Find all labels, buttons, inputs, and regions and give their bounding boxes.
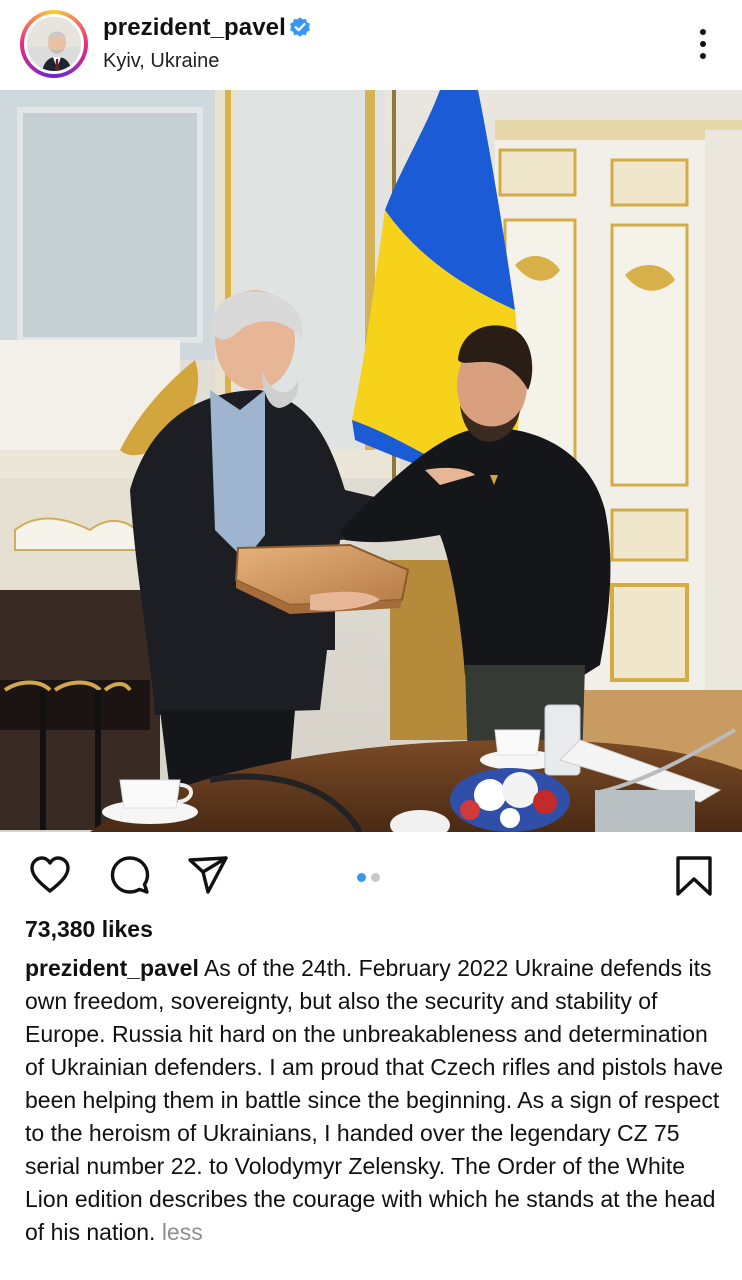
post-header: prezident_pavel Kyiv, Ukraine: [0, 0, 742, 90]
less-link[interactable]: less: [162, 1219, 203, 1245]
caption-text: As of the 24th. February 2022 Ukraine de…: [25, 955, 724, 1245]
comment-icon[interactable]: [108, 854, 152, 898]
heart-icon[interactable]: [28, 854, 72, 898]
more-vertical-icon[interactable]: [690, 26, 716, 62]
carousel-indicator: [357, 869, 385, 887]
bookmark-icon[interactable]: [672, 854, 716, 898]
photo-scene: [0, 90, 742, 832]
location-label[interactable]: Kyiv, Ukraine: [103, 50, 219, 73]
paper-plane-icon[interactable]: [186, 854, 230, 898]
avatar[interactable]: [24, 14, 84, 74]
story-ring[interactable]: [20, 10, 88, 78]
verified-badge-icon: [290, 17, 310, 37]
caption-username[interactable]: prezident_pavel: [25, 955, 199, 981]
caption: prezident_pavel As of the 24th. February…: [25, 952, 725, 1249]
post-photo[interactable]: [0, 90, 742, 832]
carousel-dot-active: [357, 873, 366, 882]
carousel-dot: [371, 873, 380, 882]
username[interactable]: prezident_pavel: [103, 14, 286, 42]
likes-count[interactable]: 73,380 likes: [25, 916, 153, 943]
avatar-image: [27, 17, 81, 71]
